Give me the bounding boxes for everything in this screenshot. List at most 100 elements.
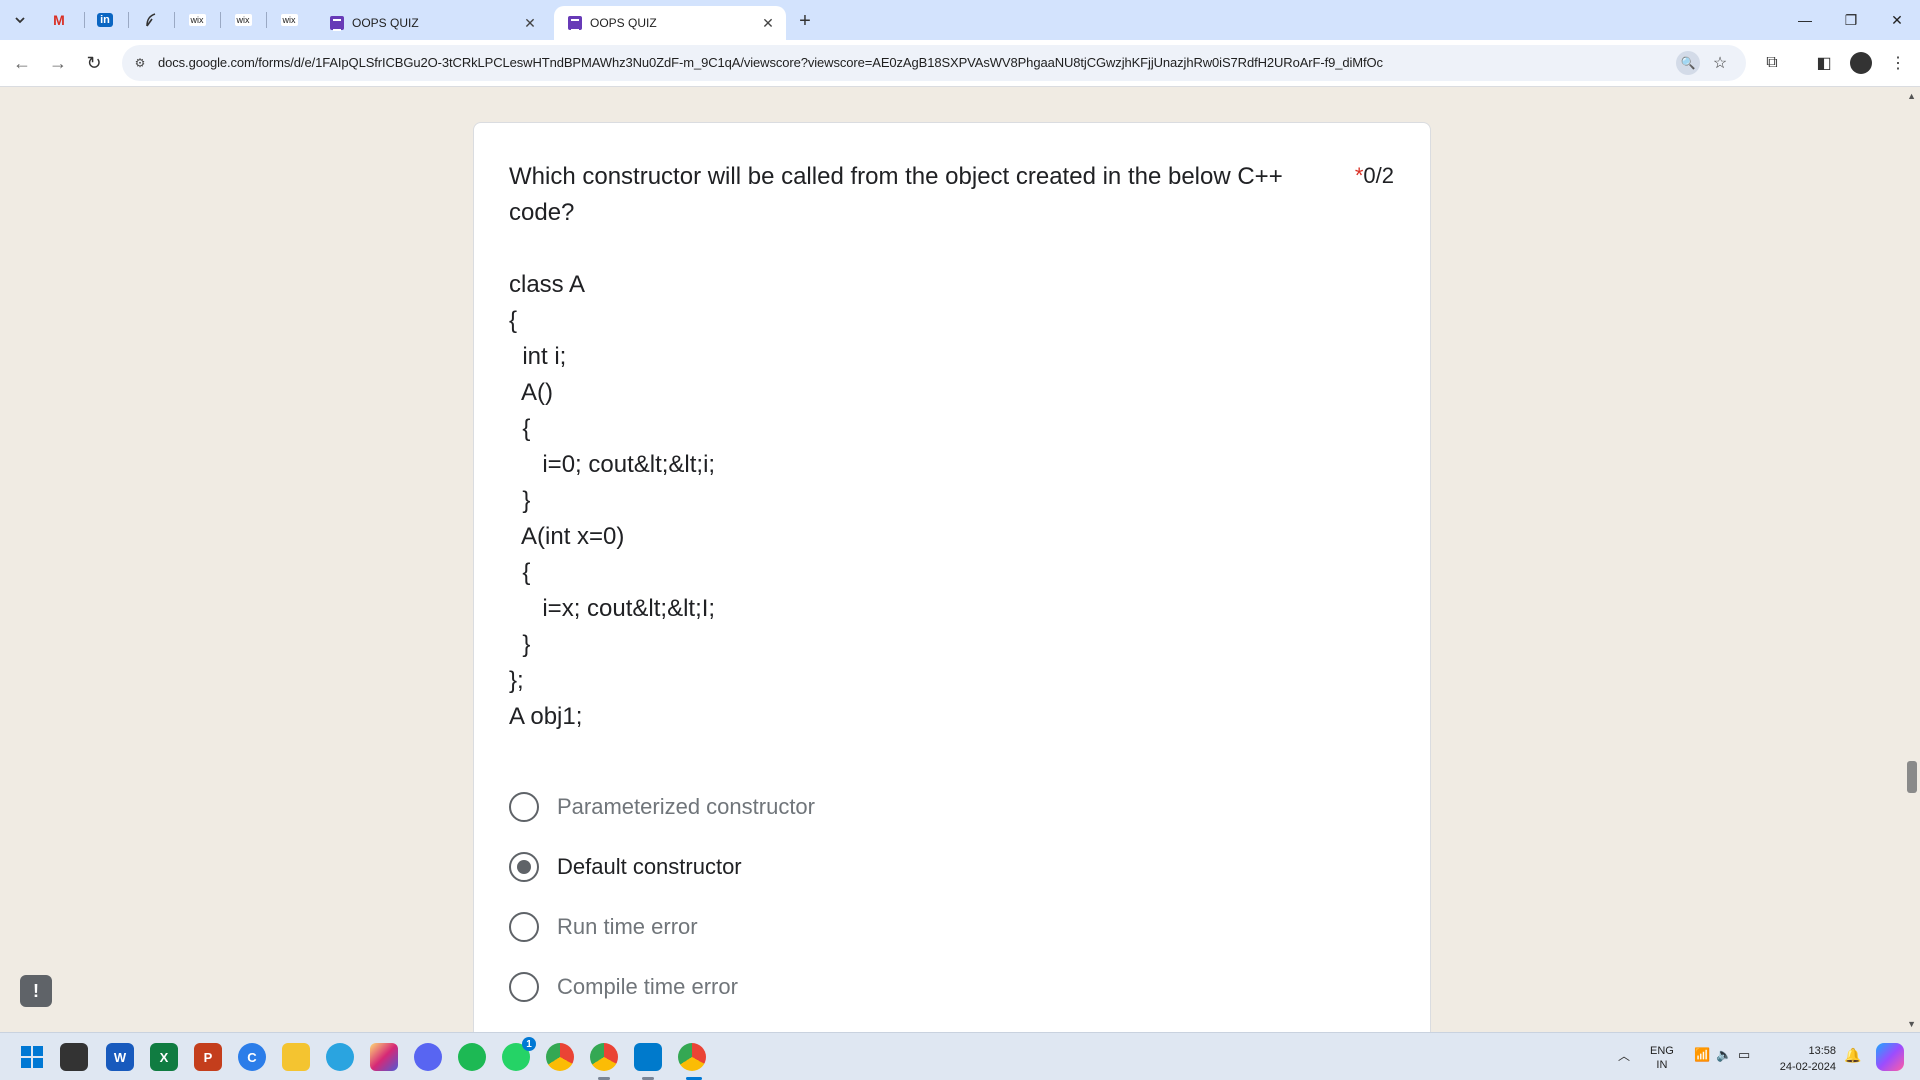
option-parameterized-constructor[interactable]: Parameterized constructor xyxy=(509,787,815,827)
discord-icon[interactable] xyxy=(414,1043,442,1071)
language-code: ENG xyxy=(1650,1045,1674,1057)
tab-title: OOPS QUIZ xyxy=(590,16,657,30)
chrome-active-icon[interactable] xyxy=(678,1043,706,1071)
code-block: class A { int i; A() { i=0; cout&lt;&lt;… xyxy=(509,267,715,735)
code-line: { xyxy=(509,559,531,586)
minimize-button[interactable]: — xyxy=(1782,0,1828,40)
page-scrollbar[interactable]: ▲ ▼ xyxy=(1904,87,1920,1033)
start-button[interactable] xyxy=(18,1043,46,1071)
edge-icon[interactable]: C xyxy=(238,1043,266,1071)
code-line: } xyxy=(509,487,531,514)
feather-icon xyxy=(146,13,156,27)
language-indicator[interactable]: ENG IN xyxy=(1650,1044,1674,1072)
system-clock[interactable]: 13:58 24-02-2024 xyxy=(1772,1043,1836,1075)
close-window-button[interactable]: ✕ xyxy=(1874,0,1920,40)
chevron-down-icon xyxy=(15,17,25,24)
option-label: Run time error xyxy=(557,914,698,939)
url-text[interactable]: docs.google.com/forms/d/e/1FAIpQLSfrICBG… xyxy=(158,55,1383,70)
code-line: { xyxy=(509,307,518,334)
code-line: { xyxy=(509,415,531,442)
radio-button[interactable] xyxy=(509,972,539,1002)
google-forms-icon xyxy=(568,16,582,31)
pinned-divider xyxy=(84,12,85,28)
option-run-time-error[interactable]: Run time error xyxy=(509,907,698,947)
extensions-button[interactable]: ⧉ xyxy=(1758,49,1786,77)
profile-avatar[interactable] xyxy=(1850,52,1872,74)
scroll-down-arrow-icon[interactable]: ▼ xyxy=(1907,1019,1916,1029)
pinned-tab-wix-1[interactable]: wix xyxy=(182,8,212,32)
forward-button[interactable]: → xyxy=(44,49,72,77)
tab-oops-quiz-1[interactable]: OOPS QUIZ ✕ xyxy=(316,6,548,40)
windows-taskbar: W X P C 1 ︿ ENG IN 📶 🔈 ▭ 13:58 24-02-202… xyxy=(0,1032,1920,1080)
reload-button[interactable]: ↻ xyxy=(80,49,108,77)
linkedin-icon: in xyxy=(97,13,113,27)
browser-toolbar: ← → ↻ ⚙ docs.google.com/forms/d/e/1FAIpQ… xyxy=(0,40,1920,86)
option-default-constructor[interactable]: Default constructor xyxy=(509,847,742,887)
pinned-divider xyxy=(128,12,129,28)
google-forms-icon xyxy=(330,16,344,31)
restore-button[interactable]: ❐ xyxy=(1828,0,1874,40)
code-line: int i; xyxy=(509,343,567,370)
new-tab-button[interactable]: + xyxy=(792,8,818,34)
spotify-icon[interactable] xyxy=(458,1043,486,1071)
pinned-tab-wix-2[interactable]: wix xyxy=(228,8,258,32)
zoom-icon[interactable]: 🔍 xyxy=(1676,51,1700,75)
option-label: Parameterized constructor xyxy=(557,794,815,819)
folder-icon[interactable] xyxy=(282,1043,310,1071)
radio-button[interactable] xyxy=(509,912,539,942)
tab-search-button[interactable] xyxy=(8,8,32,32)
pinned-tab-wix-3[interactable]: wix xyxy=(274,8,304,32)
plus-icon: + xyxy=(799,9,811,32)
pinned-divider xyxy=(174,12,175,28)
tab-oops-quiz-2[interactable]: OOPS QUIZ ✕ xyxy=(554,6,786,40)
code-line: } xyxy=(509,631,531,658)
tab-close-button[interactable]: ✕ xyxy=(756,11,780,35)
tab-close-button[interactable]: ✕ xyxy=(518,11,542,35)
clock-date: 24-02-2024 xyxy=(1779,1061,1836,1073)
notification-bell-icon[interactable]: 🔔 xyxy=(1844,1047,1861,1064)
site-info-icon[interactable]: ⚙ xyxy=(130,53,150,73)
code-line: A(int x=0) xyxy=(509,523,625,550)
pinned-tab-linkedin[interactable]: in xyxy=(90,8,120,32)
excel-icon[interactable]: X xyxy=(150,1043,178,1071)
wix-icon: wix xyxy=(188,14,206,26)
pinned-tab-gmail[interactable]: M xyxy=(44,8,74,32)
scroll-up-arrow-icon[interactable]: ▲ xyxy=(1907,91,1916,101)
code-line: i=x; cout&lt;&lt;I; xyxy=(509,595,716,622)
chrome-icon[interactable] xyxy=(546,1043,574,1071)
telegram-icon[interactable] xyxy=(326,1043,354,1071)
chrome-profile-icon[interactable] xyxy=(590,1043,618,1071)
arrow-left-icon: ← xyxy=(13,52,31,73)
gmail-icon: M xyxy=(53,12,65,28)
radio-button[interactable] xyxy=(509,792,539,822)
page-viewport: Which constructor will be called from th… xyxy=(0,86,1920,1052)
wix-icon: wix xyxy=(280,14,298,26)
address-bar[interactable]: ⚙ docs.google.com/forms/d/e/1FAIpQLSfrIC… xyxy=(122,45,1746,81)
back-button[interactable]: ← xyxy=(8,49,36,77)
close-icon: ✕ xyxy=(1891,11,1903,28)
bookmark-star-icon[interactable]: ☆ xyxy=(1708,51,1732,75)
wifi-icon[interactable]: 📶 xyxy=(1694,1047,1710,1063)
pinned-tab-feather[interactable] xyxy=(136,8,166,32)
battery-icon[interactable]: ▭ xyxy=(1738,1047,1750,1063)
option-label: Compile time error xyxy=(557,974,738,999)
volume-icon[interactable]: 🔈 xyxy=(1716,1047,1732,1063)
side-panel-button[interactable]: ◧ xyxy=(1810,49,1838,77)
wix-icon: wix xyxy=(234,14,252,26)
radio-button-checked[interactable] xyxy=(509,852,539,882)
powerpoint-icon[interactable]: P xyxy=(194,1043,222,1071)
whatsapp-icon[interactable]: 1 xyxy=(502,1037,536,1071)
scrollbar-thumb[interactable] xyxy=(1907,761,1917,793)
instagram-icon[interactable] xyxy=(370,1043,398,1071)
pinned-divider xyxy=(220,12,221,28)
option-compile-time-error[interactable]: Compile time error xyxy=(509,967,738,1007)
file-explorer-icon[interactable] xyxy=(60,1043,88,1071)
report-feedback-button[interactable]: ! xyxy=(20,975,52,1007)
code-line: i=0; cout&lt;&lt;i; xyxy=(509,451,716,478)
copilot-icon[interactable] xyxy=(1876,1043,1904,1071)
side-panel-icon: ◧ xyxy=(1816,55,1832,72)
vscode-icon[interactable] xyxy=(634,1043,662,1071)
word-icon[interactable]: W xyxy=(106,1043,134,1071)
show-hidden-icons-chevron-icon[interactable]: ︿ xyxy=(1618,1047,1630,1064)
menu-button[interactable]: ⋮ xyxy=(1884,49,1912,77)
